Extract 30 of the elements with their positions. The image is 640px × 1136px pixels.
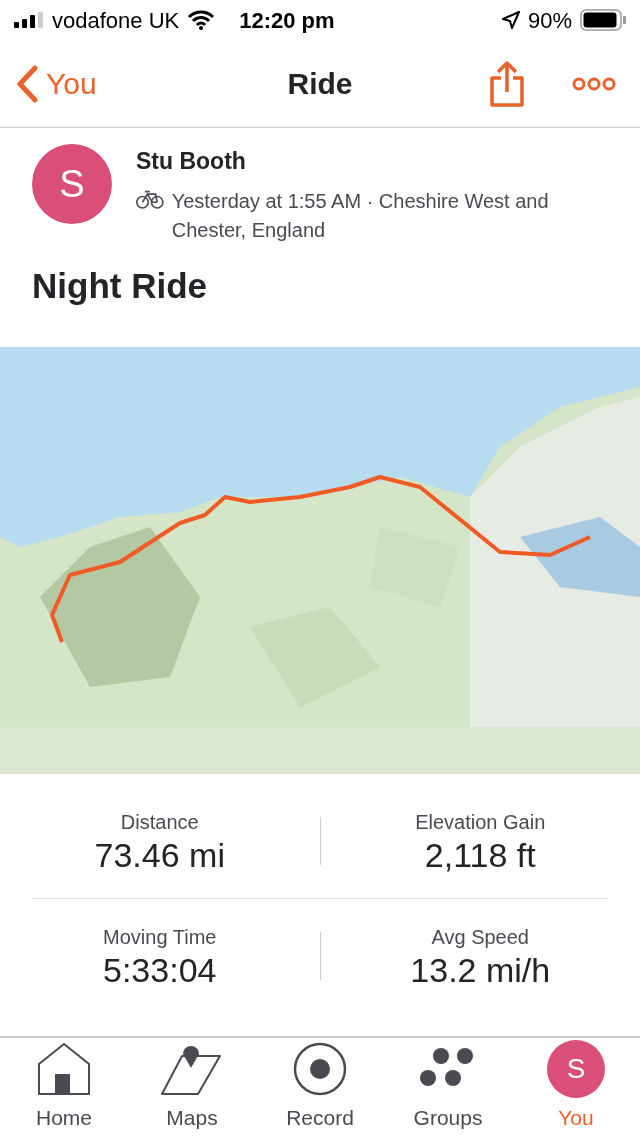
activity-title: Night Ride: [31, 264, 208, 307]
signal-icon: [14, 12, 44, 28]
more-icon: [572, 77, 616, 92]
stat-label: Avg Speed: [430, 924, 530, 950]
stat-value: 73.46 mi: [93, 836, 226, 875]
page-title: Ride: [287, 66, 353, 102]
battery-icon: [580, 9, 626, 31]
tab-bar-item[interactable]: Record: [265, 1040, 375, 1134]
stat-label: Distance: [119, 809, 200, 835]
battery-percent: 90%: [527, 6, 572, 35]
location-icon: [501, 11, 520, 29]
stat-value: 2,118 ft: [423, 836, 537, 875]
share-button[interactable]: [490, 60, 524, 107]
activity-meta: Yesterday at 1:55 AM · Cheshire West and Chester, England: [171, 188, 550, 243]
athlete-avatar: S: [32, 144, 112, 224]
stat-value: 5:33:04: [102, 951, 218, 990]
share-icon: [490, 60, 524, 107]
stat-label: Elevation Gain: [414, 809, 547, 835]
tab-bar-item[interactable]: Maps: [137, 1040, 247, 1134]
athlete-name: Stu Booth: [136, 147, 247, 176]
stat-value: 13.2 mi/h: [409, 951, 552, 990]
tab-bar-item[interactable]: Home: [9, 1040, 119, 1134]
tab-bar-item[interactable]: Groups: [393, 1040, 503, 1134]
avatar-icon: S: [547, 1040, 605, 1099]
wifi-icon: [187, 10, 216, 30]
carrier-name: vodafone UK: [52, 6, 180, 35]
tab-bar-item[interactable]: S You: [521, 1040, 631, 1134]
status-time: 12:20 pm: [239, 6, 335, 35]
chevron-left-icon: [16, 64, 38, 103]
stat-label: Moving Time: [102, 924, 218, 950]
